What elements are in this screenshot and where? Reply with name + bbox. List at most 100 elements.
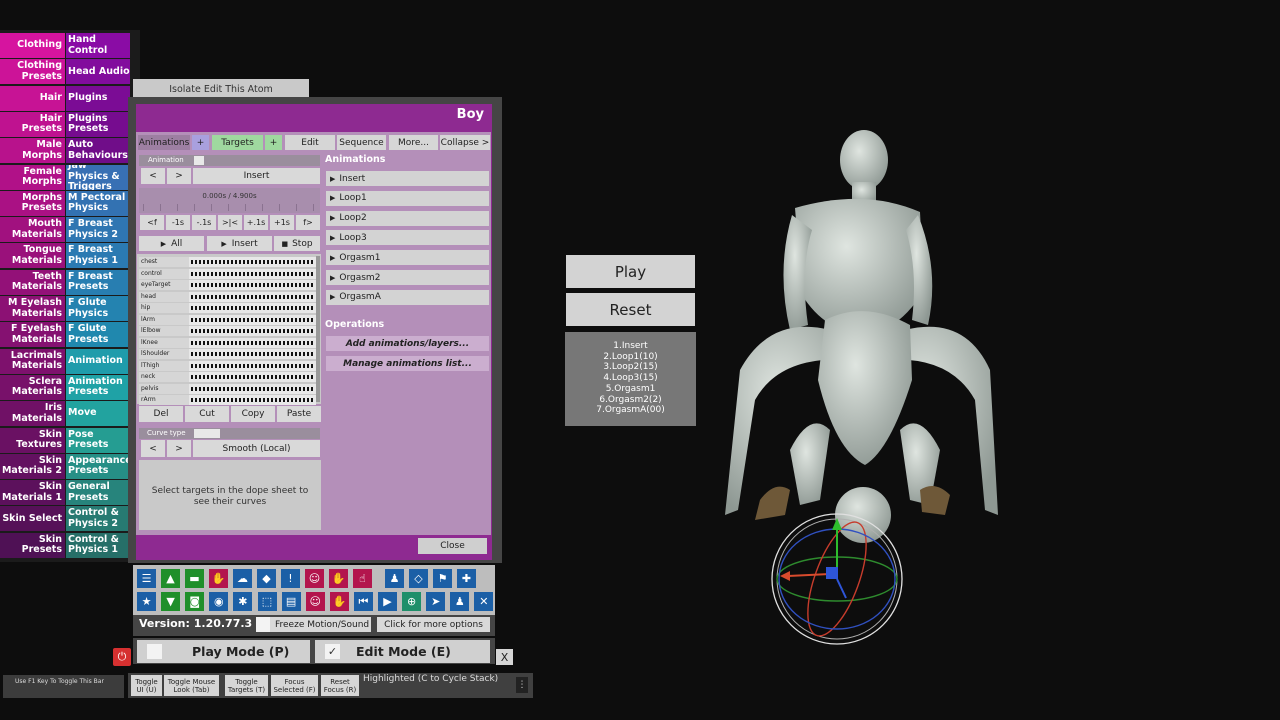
skip-back-icon[interactable]: ⏮ — [353, 592, 373, 611]
track-keyframes[interactable] — [189, 280, 316, 290]
curve-prev-button[interactable]: < — [141, 440, 165, 457]
play-all-button[interactable]: ▶ All — [139, 236, 204, 251]
close-x-button[interactable]: X — [496, 649, 513, 665]
track-3[interactable]: head — [139, 291, 316, 302]
save-scene-icon[interactable]: ▼ — [161, 592, 181, 611]
left-tab-0[interactable]: Clothing — [0, 33, 65, 58]
tools-icon[interactable]: ✕ — [474, 592, 494, 611]
document-icon[interactable]: ▤ — [281, 592, 301, 611]
track-keyframes[interactable] — [189, 337, 316, 348]
left-tab-12[interactable]: Lacrimals Materials — [0, 348, 65, 374]
animation-item-6[interactable]: ▶ OrgasmA — [326, 289, 489, 305]
time-step-button-1[interactable]: -1s — [166, 215, 190, 230]
person-add-icon[interactable]: ☺ — [305, 569, 324, 588]
right-tab-9[interactable]: F Breast Presets — [66, 269, 130, 295]
right-tab-4[interactable]: Auto Behaviours — [66, 138, 130, 164]
people-icon[interactable]: ♟ — [450, 592, 470, 611]
animation-item-4[interactable]: ▶ Orgasm1 — [326, 250, 489, 266]
person-icon[interactable]: ♟ — [385, 569, 404, 588]
hand-off-icon[interactable]: ✋ — [329, 592, 349, 611]
play-insert-button[interactable]: ▶ Insert — [207, 236, 272, 251]
track-9[interactable]: lThigh — [139, 360, 316, 371]
time-step-button-6[interactable]: f> — [296, 215, 320, 230]
right-tab-18[interactable]: Control & Physics 2 — [66, 506, 130, 532]
plus-icon[interactable]: ✚ — [457, 569, 476, 588]
tab-collapse[interactable]: Collapse > — [440, 135, 490, 150]
track-keyframes[interactable] — [189, 303, 316, 313]
dope-sheet-scrollbar[interactable] — [316, 256, 320, 402]
flag-icon[interactable]: ⚑ — [433, 569, 452, 588]
cursor-icon[interactable]: ➤ — [426, 592, 446, 611]
track-6[interactable]: lElbow — [139, 326, 316, 336]
right-tab-13[interactable]: Animation Presets — [66, 374, 130, 400]
right-tab-12[interactable]: Animation — [66, 348, 130, 374]
time-scrubber[interactable]: 0.000s / 4.900s — [139, 188, 320, 213]
animation-item-5[interactable]: ▶ Orgasm2 — [326, 270, 489, 285]
track-11[interactable]: pelvis — [139, 383, 316, 394]
animation-slider-handle[interactable] — [194, 156, 204, 165]
track-10[interactable]: neck — [139, 372, 316, 382]
track-2[interactable]: eyeTarget — [139, 280, 316, 290]
left-tab-11[interactable]: F Eyelash Materials — [0, 322, 65, 348]
more-options-button[interactable]: Click for more options — [377, 617, 490, 632]
left-tab-14[interactable]: Iris Materials — [0, 401, 65, 427]
time-step-button-2[interactable]: -.1s — [192, 215, 216, 230]
play-icon[interactable]: ▶ — [378, 592, 397, 611]
reset-focus-button[interactable]: Reset Focus (R) — [321, 675, 359, 696]
left-tab-19[interactable]: Skin Presets — [0, 532, 65, 558]
freeze-motion-toggle[interactable]: Freeze Motion/Sound — [256, 617, 371, 632]
right-tab-0[interactable]: Hand Control — [66, 33, 130, 58]
toggle-mouse-look-button[interactable]: Toggle Mouse Look (Tab) — [164, 675, 219, 696]
track-keyframes[interactable] — [189, 314, 316, 325]
right-tab-6[interactable]: M Pectoral Physics — [66, 190, 130, 216]
curve-type-slider[interactable]: Curve type — [139, 428, 320, 439]
track-keyframes[interactable] — [189, 291, 316, 302]
focus-selected-button[interactable]: Focus Selected (F) — [271, 675, 318, 696]
left-tab-7[interactable]: Mouth Materials — [0, 217, 65, 243]
track-keyframes[interactable] — [189, 372, 316, 382]
left-tab-16[interactable]: Skin Materials 2 — [0, 453, 65, 479]
manage-list-button[interactable]: Manage animations list... — [326, 356, 489, 371]
pointer-hand-icon[interactable]: ☝ — [353, 569, 372, 588]
left-tab-13[interactable]: Sclera Materials — [0, 374, 65, 400]
toggle-targets-button[interactable]: Toggle Targets (T) — [225, 675, 268, 696]
left-tab-5[interactable]: Female Morphs — [0, 164, 65, 190]
left-tab-10[interactable]: M Eyelash Materials — [0, 296, 65, 321]
track-keyframes[interactable] — [189, 395, 316, 405]
delete-keyframe-button[interactable]: Del — [139, 406, 183, 422]
paste-button[interactable]: Paste — [277, 406, 321, 422]
play-mode-checkbox[interactable] — [147, 644, 162, 659]
right-tab-17[interactable]: General Presets — [66, 480, 130, 506]
transform-gizmo[interactable] — [768, 512, 906, 646]
track-7[interactable]: lKnee — [139, 337, 316, 348]
grab-hand-icon[interactable]: ✋ — [329, 569, 348, 588]
play-mode-button[interactable]: Play Mode (P) — [137, 640, 310, 663]
cut-button[interactable]: Cut — [185, 406, 229, 422]
time-step-button-4[interactable]: +.1s — [244, 215, 268, 230]
right-tab-15[interactable]: Pose Presets — [66, 427, 130, 453]
current-animation-button[interactable]: Insert — [193, 168, 320, 184]
right-tab-2[interactable]: Plugins — [66, 85, 130, 111]
left-tab-15[interactable]: Skin Textures — [0, 427, 65, 453]
camera-icon[interactable]: ◉ — [209, 592, 229, 611]
close-panel-button[interactable]: Close — [418, 538, 487, 554]
tab-targets[interactable]: Targets — [212, 135, 263, 150]
alert-icon[interactable]: ! — [281, 569, 300, 588]
left-tab-2[interactable]: Hair — [0, 85, 65, 111]
tab-sequence[interactable]: Sequence — [337, 135, 386, 150]
right-tab-3[interactable]: Plugins Presets — [66, 111, 130, 137]
track-keyframes[interactable] — [189, 268, 316, 279]
stop-button[interactable]: ■ Stop — [274, 236, 320, 251]
copy-button[interactable]: Copy — [231, 406, 275, 422]
curve-type-button[interactable]: Smooth (Local) — [193, 440, 320, 457]
add-layers-button[interactable]: Add animations/layers... — [326, 336, 489, 351]
right-tab-7[interactable]: F Breast Physics 2 — [66, 217, 130, 243]
left-tab-9[interactable]: Teeth Materials — [0, 269, 65, 295]
curve-next-button[interactable]: > — [167, 440, 191, 457]
animation-next-button[interactable]: > — [167, 168, 191, 184]
left-tab-4[interactable]: Male Morphs — [0, 138, 65, 164]
freeze-checkbox[interactable] — [256, 617, 270, 632]
track-5[interactable]: lArm — [139, 314, 316, 325]
share-icon[interactable]: ✱ — [233, 592, 253, 611]
animation-item-1[interactable]: ▶ Loop1 — [326, 190, 489, 206]
